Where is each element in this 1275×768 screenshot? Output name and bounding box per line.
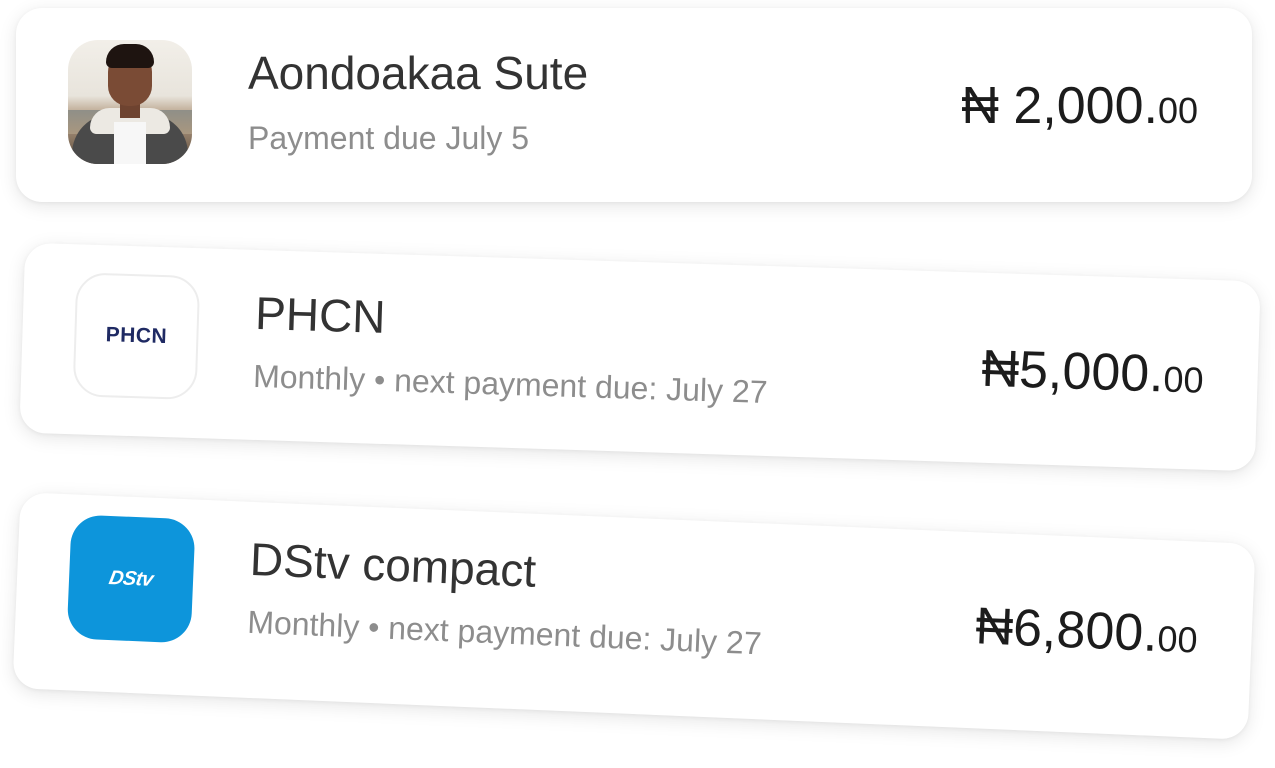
bill-amount: ₦5,000.00 bbox=[981, 339, 1205, 406]
bill-schedule: Monthly • next payment due: July 27 bbox=[252, 357, 769, 411]
phcn-logo-icon: PHCN bbox=[72, 272, 201, 401]
bill-due-date: Payment due July 5 bbox=[248, 120, 530, 156]
bill-amount-minor: 00 bbox=[1156, 617, 1199, 661]
bill-amount-major: ₦6,800. bbox=[974, 597, 1159, 663]
dstv-logo-text: DStv bbox=[107, 566, 155, 591]
person-avatar bbox=[68, 40, 192, 164]
bill-amount-major: ₦5,000. bbox=[980, 339, 1165, 404]
bill-schedule: Monthly • next payment due: July 27 bbox=[246, 603, 763, 662]
bill-amount-minor: 00 bbox=[1162, 358, 1205, 401]
phcn-logo-text: PHCN bbox=[105, 323, 168, 349]
bill-amount: ₦ 2,000.00 bbox=[961, 76, 1198, 136]
dstv-logo-icon: DStv bbox=[66, 514, 196, 644]
bill-name: PHCN bbox=[254, 286, 387, 343]
bills-list: Aondoakaa Sute Payment due July 5 ₦ 2,00… bbox=[0, 0, 1275, 768]
bill-amount-minor: 00 bbox=[1157, 90, 1198, 131]
bill-card-phcn[interactable]: PHCN PHCN Monthly • next payment due: Ju… bbox=[19, 242, 1261, 472]
bill-amount: ₦6,800.00 bbox=[974, 596, 1199, 665]
bill-card-dstv-compact[interactable]: DStv DStv compact Monthly • next payment… bbox=[12, 492, 1256, 740]
bill-card-aondoakaa-sute[interactable]: Aondoakaa Sute Payment due July 5 ₦ 2,00… bbox=[16, 8, 1252, 202]
bill-amount-major: ₦ 2,000. bbox=[961, 77, 1158, 135]
bill-name: Aondoakaa Sute bbox=[248, 47, 589, 99]
bill-name: DStv compact bbox=[248, 532, 538, 597]
